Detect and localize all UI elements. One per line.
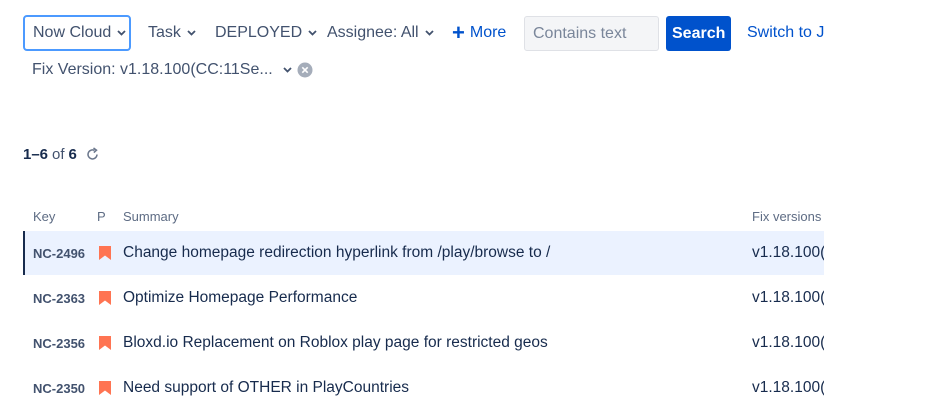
issue-summary[interactable]: Optimize Homepage Performance	[123, 289, 357, 307]
assignee-filter[interactable]: Assignee: All	[327, 15, 434, 51]
issue-fix-version: v1.18.100(CC:11Se	[752, 289, 824, 306]
switch-to-jql-link[interactable]: Switch to JQL	[747, 24, 824, 42]
issue-navigator: Now Cloud Task DEPLOYED Assignee: All + …	[0, 0, 824, 414]
issue-summary[interactable]: Bloxd.io Replacement on Roblox play page…	[123, 334, 548, 352]
issue-key[interactable]: NC-2363	[33, 291, 85, 306]
table-row[interactable]: NC-2363 Optimize Homepage Performance v1…	[23, 276, 824, 320]
refresh-icon[interactable]	[85, 147, 100, 162]
fix-version-filter[interactable]: Fix Version: v1.18.100(CC:11Se...	[32, 60, 313, 80]
priority-icon	[98, 335, 112, 351]
chevron-down-icon	[117, 29, 126, 37]
priority-icon	[98, 380, 112, 396]
plus-icon: +	[452, 20, 465, 45]
fix-version-filter-label: Fix Version: v1.18.100(CC:11Se...	[32, 61, 273, 78]
issue-key[interactable]: NC-2356	[33, 336, 85, 351]
table-row[interactable]: NC-2356 Bloxd.io Replacement on Roblox p…	[23, 321, 824, 365]
column-header-priority[interactable]: P	[97, 209, 106, 224]
result-of: of	[52, 146, 65, 163]
table-row[interactable]: NC-2350 Need support of OTHER in PlayCou…	[23, 366, 824, 410]
more-filters-label: More	[469, 24, 507, 41]
column-header-fix-versions[interactable]: Fix versions	[752, 209, 821, 224]
table-row[interactable]: NC-2496 Change homepage redirection hype…	[23, 231, 824, 275]
issue-summary[interactable]: Need support of OTHER in PlayCountries	[123, 379, 409, 397]
chevron-down-icon	[424, 29, 434, 37]
issue-key[interactable]: NC-2350	[33, 381, 85, 396]
column-header-key[interactable]: Key	[33, 209, 55, 224]
issue-fix-version: v1.18.100(CC:11Se	[752, 379, 824, 396]
result-total: 6	[68, 146, 77, 163]
contains-text-input[interactable]	[524, 16, 659, 51]
result-count: 1–6 of 6	[23, 146, 100, 163]
type-filter-label: Task	[148, 24, 181, 41]
chevron-down-icon	[283, 66, 292, 74]
clear-filter-icon[interactable]	[297, 62, 313, 78]
issue-fix-version: v1.18.100(CC:11Se	[752, 334, 824, 351]
priority-icon	[98, 290, 112, 306]
project-filter-label: Now Cloud	[33, 24, 112, 41]
column-header-summary[interactable]: Summary	[123, 209, 179, 224]
more-filters-button[interactable]: + More	[452, 15, 506, 51]
type-filter[interactable]: Task	[148, 15, 196, 51]
project-filter[interactable]: Now Cloud	[23, 15, 131, 51]
chevron-down-icon	[187, 29, 196, 37]
assignee-filter-label: Assignee: All	[327, 24, 419, 41]
status-filter-label: DEPLOYED	[215, 24, 303, 41]
status-filter[interactable]: DEPLOYED	[215, 15, 317, 51]
chevron-down-icon	[308, 29, 317, 37]
search-button[interactable]: Search	[666, 16, 731, 51]
result-range: 1–6	[23, 146, 49, 163]
issue-summary[interactable]: Change homepage redirection hyperlink fr…	[123, 244, 550, 262]
issue-fix-version: v1.18.100(CC:11Se	[752, 244, 824, 261]
issue-key[interactable]: NC-2496	[33, 246, 85, 261]
priority-icon	[98, 245, 112, 261]
